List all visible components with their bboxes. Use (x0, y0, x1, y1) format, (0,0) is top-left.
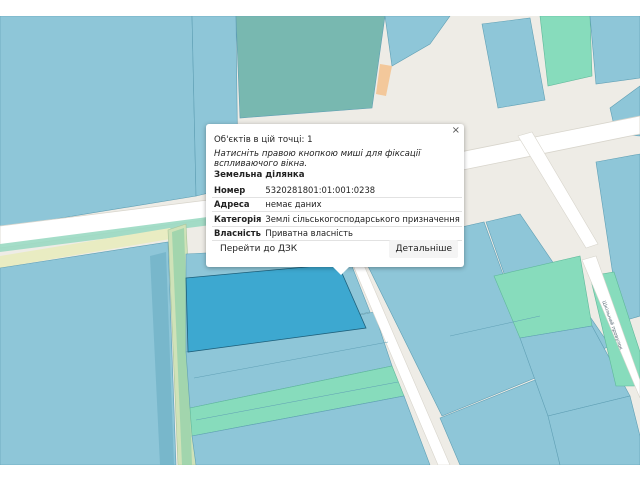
table-row: Адреса немає даних (212, 197, 462, 212)
row-key: Категорія (212, 211, 264, 227)
go-to-dzk-button[interactable]: Перейти до ДЗК (214, 240, 303, 258)
close-icon[interactable]: × (452, 125, 460, 136)
parcel[interactable] (235, 16, 386, 119)
parcel[interactable] (589, 16, 640, 85)
popup-hint: Натисніть правою кнопкою миші для фіксац… (214, 149, 421, 169)
row-value: Приватна власність (263, 226, 462, 241)
info-popup: × Об'єктів в цій точці: 1 Натисніть прав… (206, 124, 464, 275)
row-key: Адреса (212, 197, 264, 212)
row-key: Власність (212, 226, 264, 241)
parcel[interactable] (0, 16, 197, 229)
parcel[interactable] (0, 241, 177, 465)
parcel-info-table: Номер 5320281801:01:001:0238 Адреса нема… (212, 183, 462, 241)
map-canvas[interactable]: Шкільний провулок × Об'єктів в цій точці… (0, 16, 640, 465)
row-value: Землі сільськогосподарського призначення (263, 211, 462, 227)
row-value: 5320281801:01:001:0238 (263, 183, 462, 198)
section-title: Земельна ділянка (214, 170, 305, 180)
row-value: немає даних (263, 197, 462, 212)
table-row: Власність Приватна власність (212, 226, 462, 241)
row-key: Номер (212, 183, 264, 198)
objects-count: Об'єктів в цій точці: 1 (214, 135, 313, 145)
table-row: Категорія Землі сільськогосподарського п… (212, 211, 462, 227)
details-button[interactable]: Детальніше (389, 240, 458, 258)
parcel[interactable] (539, 16, 593, 87)
popup-tip (333, 267, 349, 275)
table-row: Номер 5320281801:01:001:0238 (212, 183, 462, 198)
